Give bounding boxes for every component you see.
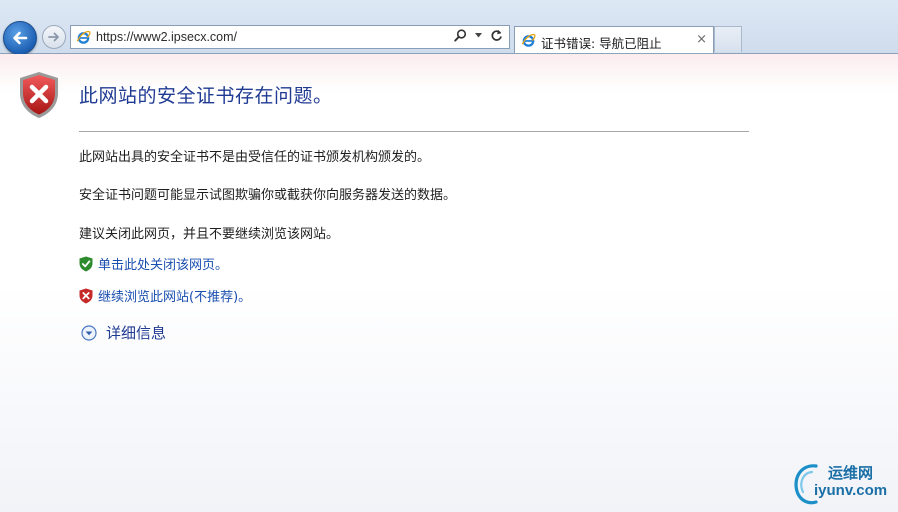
- watermark-cn: 运维网: [828, 464, 874, 482]
- page-title: 此网站的安全证书存在问题。: [79, 85, 333, 107]
- forward-arrow-icon: [48, 32, 59, 42]
- chevron-down-icon[interactable]: [475, 33, 482, 38]
- address-bar[interactable]: https://www2.ipsecx.com/: [70, 25, 510, 49]
- browser-toolbar: https://www2.ipsecx.com/ 证书错误: 导航已阻止 ×: [0, 0, 898, 55]
- shield-error-icon: [79, 288, 93, 303]
- tab-title: 证书错误: 导航已阻止: [541, 36, 662, 51]
- back-button[interactable]: [3, 21, 37, 55]
- divider: [79, 131, 749, 132]
- refresh-icon[interactable]: [490, 29, 503, 42]
- tab-close-button[interactable]: ×: [696, 32, 707, 47]
- tab-certificate-error[interactable]: 证书错误: 导航已阻止 ×: [514, 26, 714, 53]
- ie-logo-icon: [76, 30, 91, 44]
- error-description: 此网站出具的安全证书不是由受信任的证书颁发机构颁发的。: [79, 150, 431, 165]
- continue-to-site-link[interactable]: 继续浏览此网站(不推荐)。: [79, 286, 251, 305]
- forward-button[interactable]: [42, 25, 66, 49]
- address-url[interactable]: https://www2.ipsecx.com/: [96, 30, 237, 44]
- close-page-link[interactable]: 单击此处关闭该网页。: [79, 254, 228, 273]
- error-description: 安全证书问题可能显示试图欺骗你或截获你向服务器发送的数据。: [79, 188, 457, 203]
- new-tab-button[interactable]: [714, 26, 742, 52]
- recommendation-text: 建议关闭此网页，并且不要继续浏览该网站。: [79, 227, 340, 242]
- back-arrow-icon: [13, 31, 28, 45]
- close-page-link-label[interactable]: 单击此处关闭该网页。: [98, 254, 228, 273]
- shield-check-icon: [79, 256, 93, 271]
- more-information-label[interactable]: 详细信息: [106, 322, 166, 343]
- watermark-logo: 运维网 iyunv.com: [792, 460, 892, 506]
- search-icon[interactable]: [454, 29, 467, 42]
- ie-logo-icon: [521, 33, 536, 47]
- watermark-en: iyunv.com: [814, 482, 888, 499]
- certificate-error-page: 此网站的安全证书存在问题。 此网站出具的安全证书不是由受信任的证书颁发机构颁发的…: [0, 54, 898, 512]
- continue-link-label[interactable]: 继续浏览此网站(不推荐)。: [98, 286, 251, 305]
- chevron-down-circle-icon: [81, 324, 97, 341]
- shield-error-icon: [20, 72, 58, 118]
- more-information-toggle[interactable]: 详细信息: [81, 322, 166, 343]
